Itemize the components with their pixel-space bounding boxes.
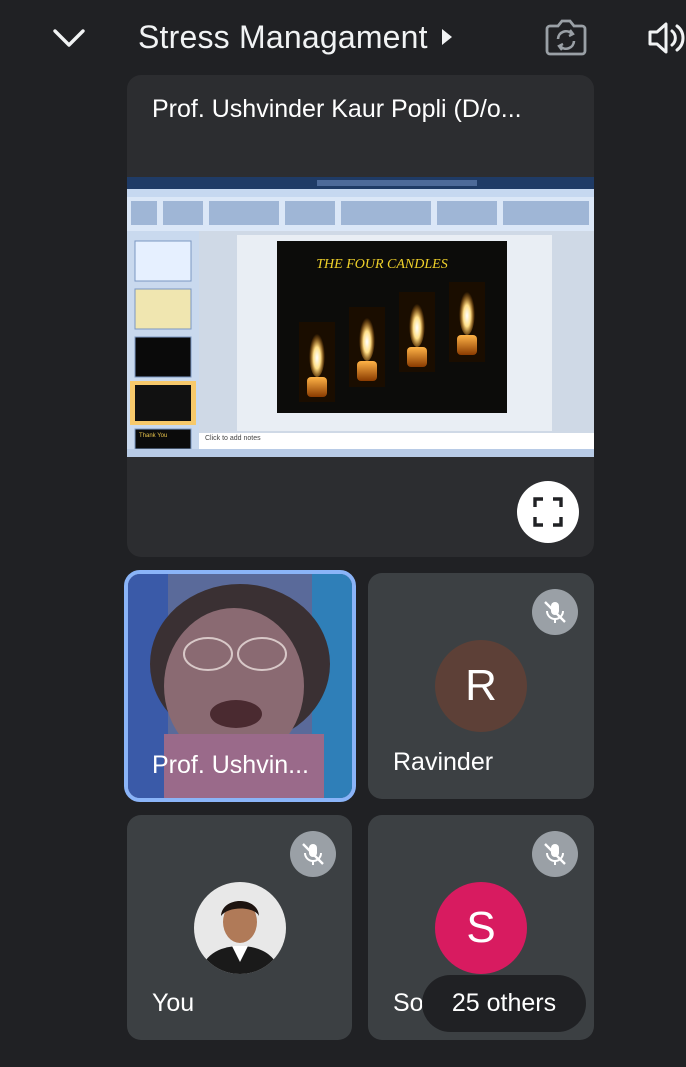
top-bar: Stress Managament <box>0 0 686 76</box>
slide-title: THE FOUR CANDLES <box>316 257 448 272</box>
avatar <box>194 882 286 974</box>
chevron-down-icon <box>53 29 85 47</box>
others-count-badge[interactable]: 25 others <box>422 975 586 1032</box>
participant-tile-self[interactable]: You <box>127 815 352 1040</box>
participant-tile-speaker[interactable]: Prof. Ushvin... <box>124 570 356 802</box>
caret-right-icon <box>441 29 452 45</box>
mic-off-icon <box>544 843 566 865</box>
avatar: S <box>435 882 527 974</box>
fullscreen-icon <box>533 497 563 527</box>
mic-off-indicator <box>532 589 578 635</box>
presenter-name: Prof. Ushvinder Kaur Popli (D/o... <box>152 95 522 123</box>
meeting-title: Stress Managament <box>138 18 428 55</box>
mic-off-indicator <box>532 831 578 877</box>
participant-tile-ravinder[interactable]: R Ravinder <box>368 573 594 799</box>
shared-screen: THE FOUR CANDLES Click to add notes Than… <box>127 177 594 457</box>
fullscreen-button[interactable] <box>517 481 579 543</box>
collapse-button[interactable] <box>48 18 90 58</box>
camera-switch-icon <box>545 19 587 56</box>
switch-camera-button[interactable] <box>544 17 588 57</box>
notes-placeholder: Click to add notes <box>205 435 261 442</box>
powerpoint-window <box>127 177 594 457</box>
speaker-icon <box>648 22 685 54</box>
participant-name: Ravinder <box>393 748 494 776</box>
mic-off-icon <box>302 843 324 865</box>
thumbnail-text: Thank You <box>139 433 168 439</box>
avatar: R <box>435 640 527 732</box>
presentation-tile[interactable]: Prof. Ushvinder Kaur Popli (D/o... THE F… <box>127 75 594 557</box>
mic-off-icon <box>544 601 566 623</box>
participant-name: You <box>152 989 195 1017</box>
meeting-title-button[interactable]: Stress Managament <box>138 14 452 60</box>
participant-name: So <box>393 989 424 1017</box>
audio-output-button[interactable] <box>646 18 686 58</box>
participant-name: Prof. Ushvin... <box>152 751 309 779</box>
mic-off-indicator <box>290 831 336 877</box>
